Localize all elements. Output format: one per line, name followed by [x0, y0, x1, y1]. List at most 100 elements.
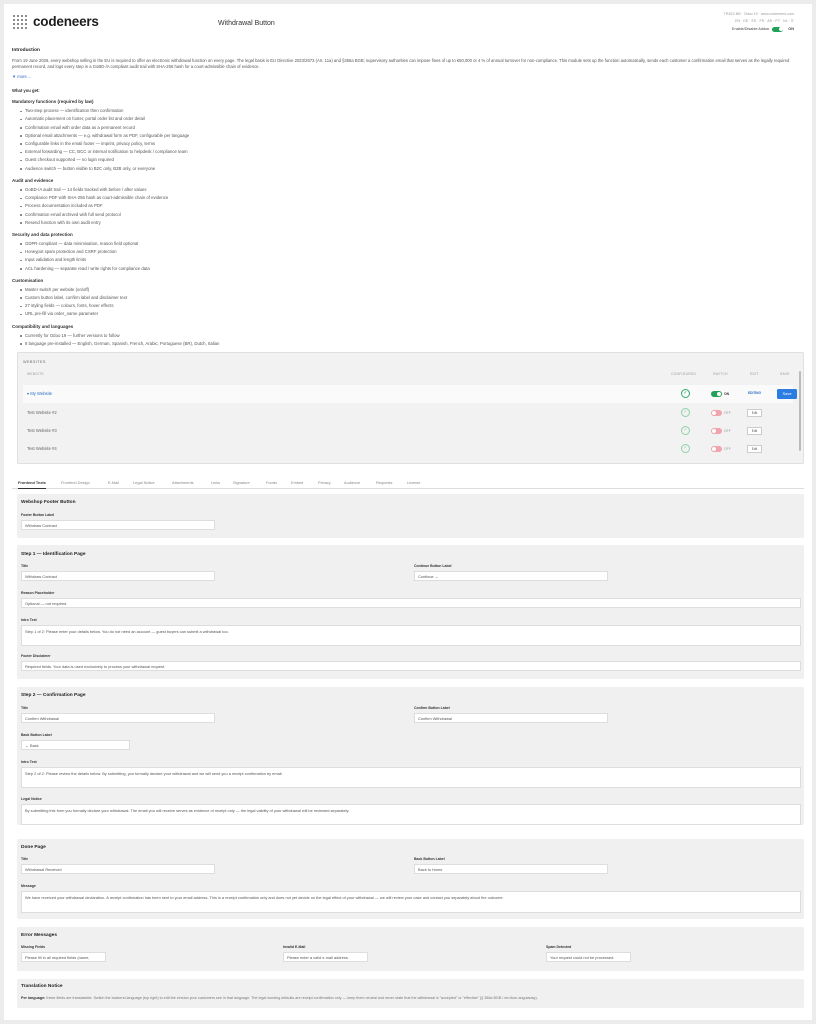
configured-check-icon: ✓: [681, 389, 690, 398]
tab-embed[interactable]: Embed: [291, 480, 303, 485]
more-link[interactable]: ▼ more ...: [12, 74, 802, 80]
field-label: Intro Text: [21, 618, 37, 622]
feature-item: 8 language pre-installed — English, Germ…: [20, 340, 802, 348]
website-switch[interactable]: ON: [711, 391, 729, 397]
vertical-scrollbar[interactable]: [799, 371, 801, 451]
feature-item: Compliance PDF with SHA-256 hash as cour…: [20, 194, 802, 202]
edit-button[interactable]: Edit: [747, 427, 762, 435]
toggle-switch[interactable]: [711, 428, 722, 434]
websites-columns: WEBSITE CONFIGURED SWITCH EDIT SAVE: [23, 372, 798, 379]
feature-item: Currently for Odoo 19 — further versions…: [20, 332, 802, 340]
toggle-switch[interactable]: [711, 391, 722, 397]
step2-intro-textarea[interactable]: Step 2 of 2: Please review the details b…: [21, 767, 801, 788]
done-back-label-input[interactable]: Back to Home: [414, 864, 608, 874]
tab-footer[interactable]: Footer: [266, 480, 277, 485]
col-save: SAVE: [780, 372, 790, 376]
edit-button[interactable]: Edit: [747, 445, 762, 453]
panel-title: Step 1 — Identification Page: [21, 552, 86, 557]
footer-disclaimer-input[interactable]: Required fields. Your data is used exclu…: [21, 661, 801, 671]
legal-notice-textarea[interactable]: By submitting this form you formally dec…: [21, 804, 801, 825]
field-label: Missing Fields: [21, 945, 46, 949]
tab-links[interactable]: Links: [211, 480, 220, 485]
website-switch[interactable]: OFF: [711, 410, 731, 416]
feature-item: Custom button label, confirm label and d…: [20, 294, 802, 302]
footer-button-panel: Webshop Footer Button Footer Button Labe…: [17, 494, 804, 538]
feature-item: Honeypot spam protection and CSRF protec…: [20, 248, 802, 256]
global-toggle-row: Enable/Disable Addon ON: [724, 26, 794, 33]
feature-group-heading: Customisation: [12, 277, 44, 283]
spam-detected-input[interactable]: Your request could not be processed.: [546, 952, 631, 962]
feature-item: Guest checkout supported — no login requ…: [20, 156, 802, 164]
website-name[interactable]: Test Website #2: [27, 410, 57, 416]
feature-item: External forwarding — CC, BCC or interna…: [20, 148, 802, 156]
feature-item: Audience switch — button visible to B2C …: [20, 165, 802, 173]
website-name[interactable]: Test Website #3: [27, 428, 57, 434]
done-title-input[interactable]: Withdrawal Received: [21, 864, 215, 874]
error-messages-panel: Error Messages Missing Fields Please fil…: [17, 927, 804, 971]
switch-state: ON: [724, 392, 730, 396]
step2-title-input[interactable]: Confirm Withdrawal: [21, 713, 215, 723]
col-configured: CONFIGURED: [671, 372, 697, 376]
website-row[interactable]: ▾ My Website ✓ ON EDITING Save: [23, 385, 797, 403]
invalid-email-input[interactable]: Please enter a valid e-mail address.: [283, 952, 368, 962]
translation-prefix: Per language:: [21, 996, 46, 1000]
tab-frontend-design[interactable]: Frontend Design: [61, 480, 90, 485]
save-button[interactable]: Save: [777, 389, 797, 399]
feature-item: Master switch per website (on/off): [20, 286, 802, 294]
tab-attachments[interactable]: Attachments: [172, 480, 194, 485]
language-list[interactable]: EN · DE · ES · FR · AR · PT · NL · IT: [724, 18, 794, 25]
website-row[interactable]: Test Website #2 ✓ OFF Edit: [23, 404, 793, 422]
field-label: Reason Placeholder: [21, 591, 55, 595]
back-button-label-input[interactable]: ← Back: [21, 740, 130, 750]
step1-title-input[interactable]: Withdraw Contract: [21, 571, 215, 581]
reason-placeholder-input[interactable]: Optional — not required: [21, 598, 801, 608]
tab-audience[interactable]: Audience: [344, 480, 360, 485]
missing-fields-input[interactable]: Please fill in all required fields (name…: [21, 952, 106, 962]
step1-panel: Step 1 — Identification Page Title Withd…: [17, 545, 804, 679]
feature-item: GDPR-compliant — data minimisation, reas…: [20, 240, 802, 248]
website-row[interactable]: Test Website #3 ✓ OFF Edit: [23, 422, 793, 440]
feature-group-heading: Security and data protection: [12, 231, 73, 237]
field-label: Confirm Button Label: [414, 706, 450, 710]
tab-frontend-texts[interactable]: Frontend Texts: [18, 480, 46, 490]
website-row[interactable]: Test Website #4 ✓ OFF Edit: [23, 440, 793, 458]
tab-license[interactable]: License: [407, 480, 420, 485]
toggle-switch[interactable]: [711, 446, 722, 452]
tab-email[interactable]: E-Mail: [108, 480, 119, 485]
feature-item: 27 styling fields — colours, fonts, hove…: [20, 302, 802, 310]
edit-button[interactable]: Edit: [747, 409, 762, 417]
field-label: Intro Text: [21, 760, 37, 764]
tab-signature[interactable]: Signature: [233, 480, 250, 485]
website-switch[interactable]: OFF: [711, 446, 731, 452]
tab-requests[interactable]: Requests: [376, 480, 392, 485]
feature-list: Master switch per website (on/off) Custom…: [20, 286, 802, 319]
feature-item: Optional email attachments — e.g. withdr…: [20, 132, 802, 140]
tab-privacy[interactable]: Privacy: [318, 480, 331, 485]
feature-item: Configurable links in the email footer —…: [20, 140, 802, 148]
done-message-textarea[interactable]: We have received your withdrawal declara…: [21, 891, 801, 913]
feature-item: Automatic placement on footer, portal or…: [20, 115, 802, 123]
feature-group-heading: Compatibility and languages: [12, 323, 74, 329]
toggle-switch[interactable]: [711, 410, 722, 416]
tab-legal-notice[interactable]: Legal Notice: [133, 480, 155, 485]
field-label: Message: [21, 884, 36, 888]
editing-indicator: EDITING: [748, 391, 761, 395]
footer-button-label-input[interactable]: Withdraw Contract: [21, 520, 215, 530]
global-toggle-label: Enable/Disable Addon: [731, 26, 770, 31]
website-name[interactable]: Test Website #4: [27, 446, 57, 452]
step1-intro-textarea[interactable]: Step 1 of 2: Please enter your details b…: [21, 625, 801, 646]
global-toggle-switch[interactable]: [772, 26, 784, 32]
done-panel: Done Page Title Withdrawal Received Back…: [17, 839, 804, 919]
feature-list: GoBD-/A audit trail — 14 fields tracked …: [20, 186, 802, 227]
logo-dots-icon: [11, 13, 29, 31]
field-label: Invalid E-Mail: [283, 945, 306, 949]
feature-item: Process documentation included as PDF: [20, 202, 802, 210]
panel-title: Translation Notice: [21, 984, 63, 989]
website-switch[interactable]: OFF: [711, 428, 731, 434]
feature-list: GDPR-compliant — data minimisation, reas…: [20, 240, 802, 273]
confirm-button-label-input[interactable]: Confirm Withdrawal: [414, 713, 608, 723]
website-name[interactable]: ▾ My Website: [27, 391, 52, 397]
continue-button-label-input[interactable]: Continue →: [414, 571, 608, 581]
feature-item: ACL hardening — separate read / write ri…: [20, 265, 802, 273]
global-toggle-state: ON: [788, 26, 794, 31]
